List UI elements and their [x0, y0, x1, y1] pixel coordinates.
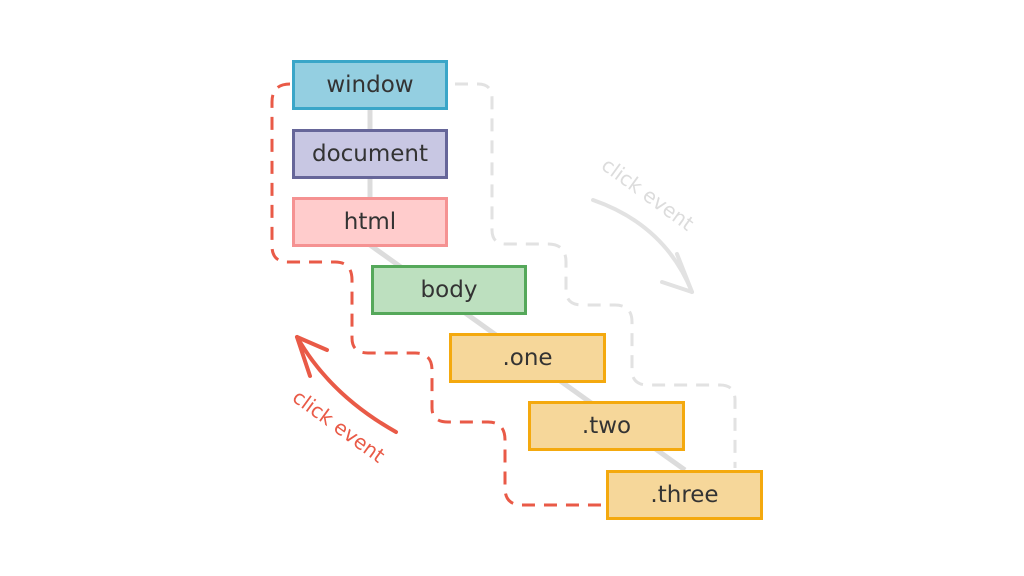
node-two: .two [528, 401, 685, 451]
capture-label: click event [597, 153, 699, 236]
node-body: body [371, 265, 527, 315]
node-three: .three [606, 470, 763, 520]
node-window: window [292, 60, 448, 110]
node-html: html [292, 197, 448, 247]
node-document: document [292, 129, 448, 179]
bubble-label: click event [288, 385, 390, 468]
node-one: .one [449, 333, 606, 383]
